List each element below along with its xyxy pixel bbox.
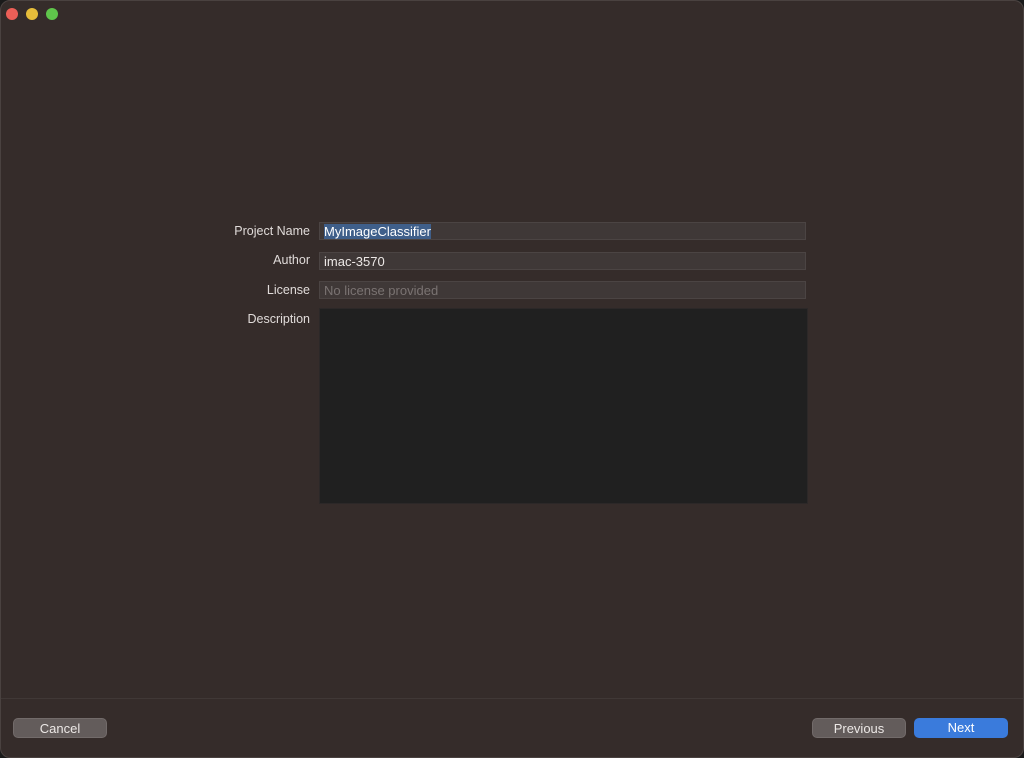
zoom-window-button[interactable] — [46, 8, 58, 20]
description-textarea[interactable] — [319, 308, 808, 504]
next-button[interactable]: Next — [914, 718, 1008, 738]
author-field[interactable]: imac-3570 — [319, 252, 806, 270]
project-setup-window: Project Name MyImageClassifier Author im… — [0, 0, 1024, 758]
cancel-button[interactable]: Cancel — [13, 718, 107, 738]
footer-divider — [1, 698, 1023, 699]
license-field[interactable]: No license provided — [319, 281, 806, 299]
author-label: Author — [273, 253, 310, 267]
previous-button[interactable]: Previous — [812, 718, 906, 738]
project-name-label: Project Name — [234, 224, 310, 238]
close-window-button[interactable] — [6, 8, 18, 20]
minimize-window-button[interactable] — [26, 8, 38, 20]
license-label: License — [266, 283, 310, 297]
project-name-value: MyImageClassifier — [324, 224, 431, 239]
project-name-field[interactable]: MyImageClassifier — [319, 222, 806, 240]
description-label: Description — [247, 312, 310, 326]
